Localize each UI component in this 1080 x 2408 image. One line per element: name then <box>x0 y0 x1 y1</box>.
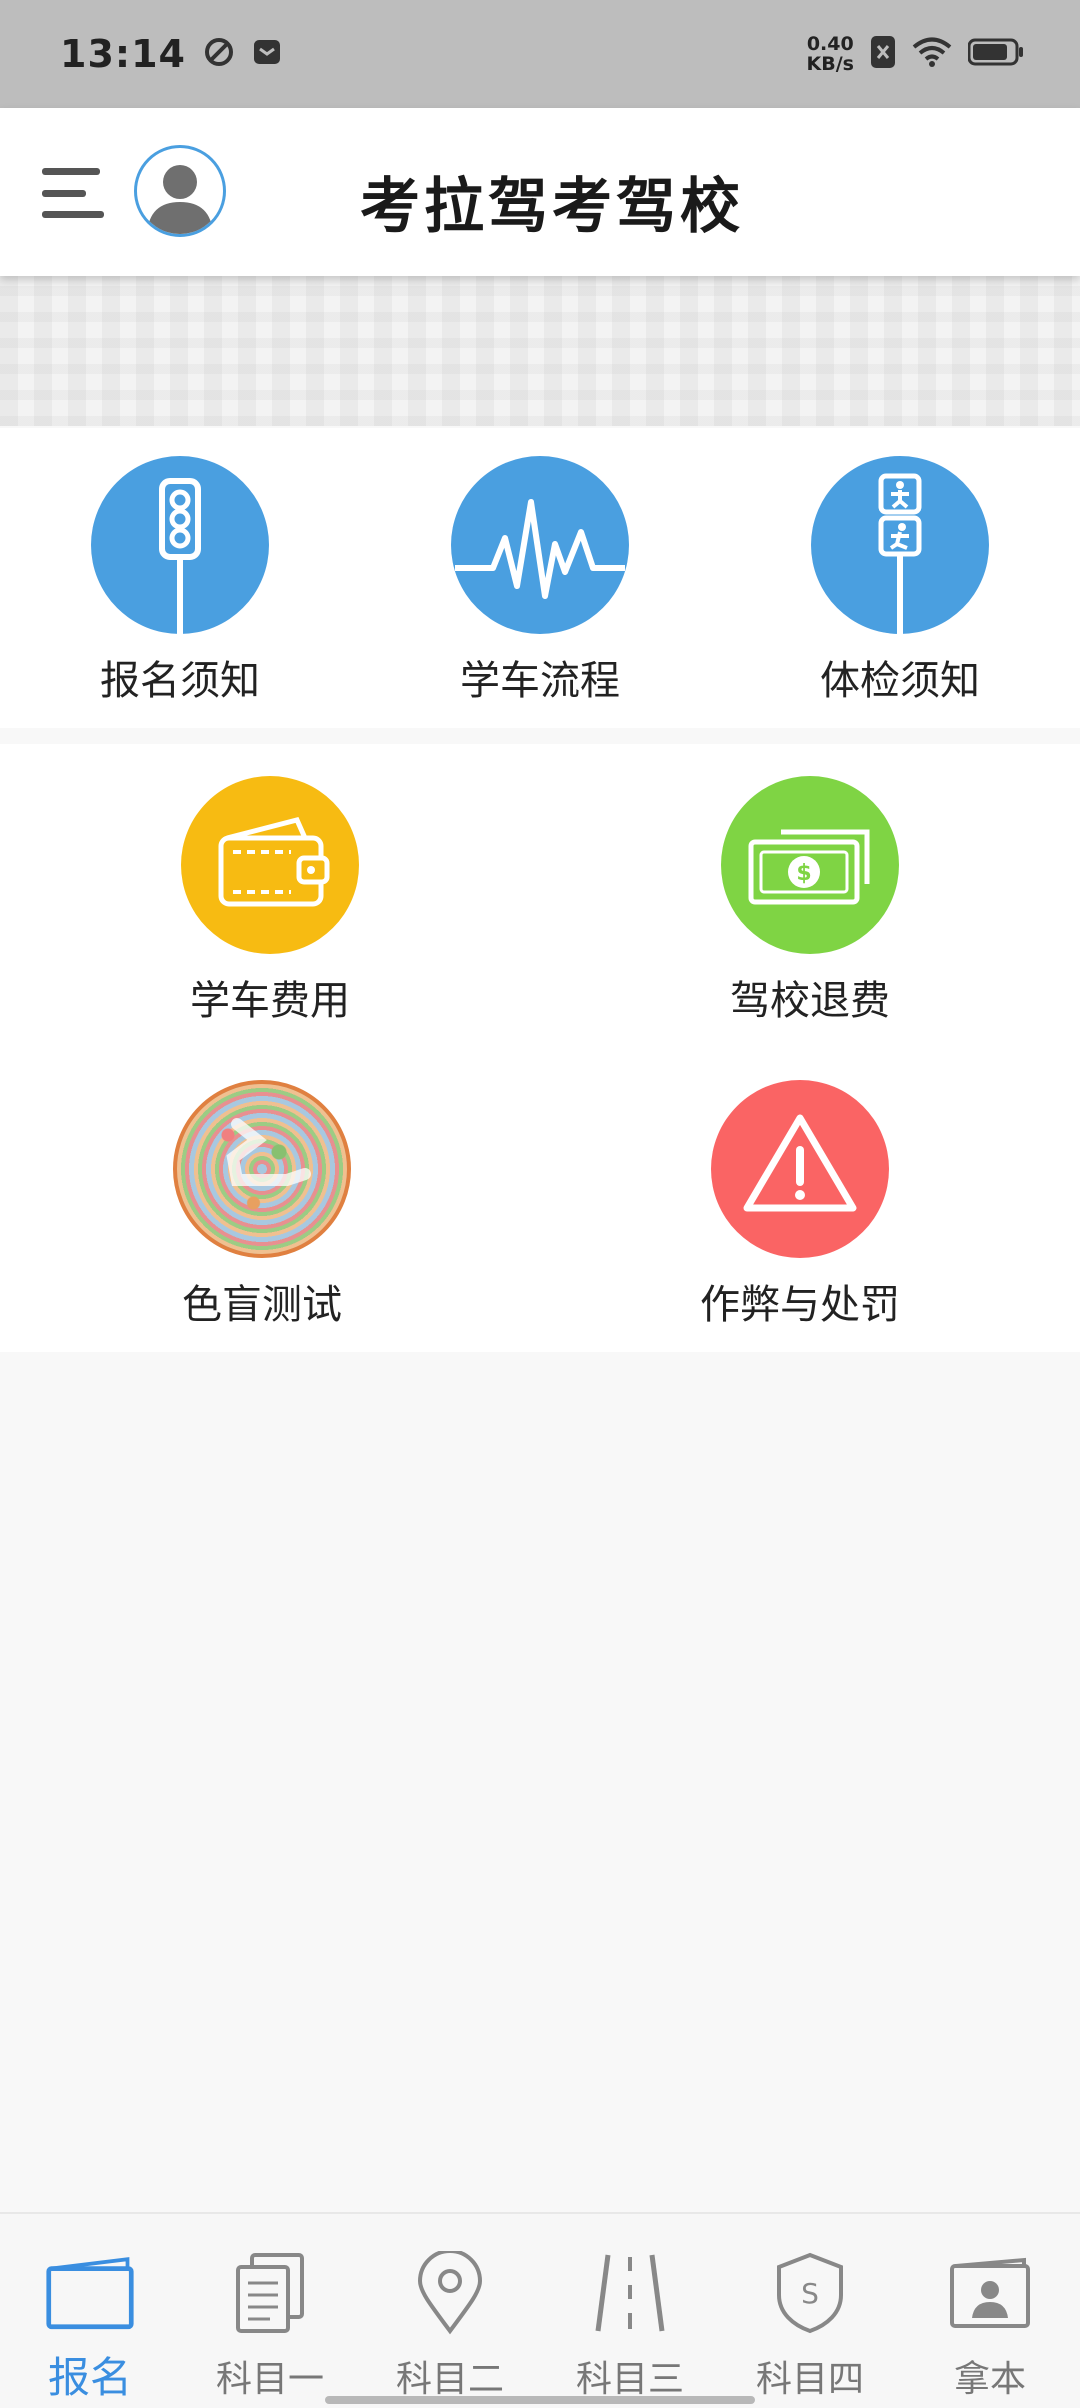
road-icon <box>585 2248 675 2338</box>
leaf-icon <box>204 37 234 71</box>
battery-icon <box>967 38 1024 70</box>
wifi-icon <box>912 37 952 71</box>
grid-item-signup-notice[interactable]: 报名须知 <box>60 456 300 706</box>
status-time: 13:14 <box>60 32 186 76</box>
svg-text:S: S <box>801 2277 819 2310</box>
signup-card-icon <box>45 2248 135 2338</box>
color-blind-plate-icon <box>173 1080 351 1258</box>
money-bill-icon: $ <box>721 776 899 954</box>
grid-item-color-blind-test[interactable]: 色盲测试 <box>142 1080 382 1330</box>
status-bar: 13:14 0.40 KB/s <box>0 0 1080 108</box>
pulse-line-icon <box>451 456 629 634</box>
app-header: 考拉驾考驾校 <box>0 108 1080 276</box>
home-indicator[interactable] <box>325 2396 755 2404</box>
documents-icon <box>225 2248 315 2338</box>
wallet-icon <box>181 776 359 954</box>
shield-s-icon: S <box>765 2248 855 2338</box>
grid-label: 报名须知 <box>100 658 260 704</box>
grid-item-learning-process[interactable]: 学车流程 <box>420 456 660 706</box>
grid-label: 驾校退费 <box>730 978 890 1024</box>
nav-tab-subject-1[interactable]: 科目一 <box>180 2214 360 2408</box>
grid-label: 作弊与处罚 <box>700 1282 900 1328</box>
license-card-icon <box>945 2248 1035 2338</box>
grid-label: 色盲测试 <box>182 1282 342 1328</box>
nav-label: 科目三 <box>575 2359 684 2400</box>
grid-item-tuition-fee[interactable]: 学车费用 <box>150 776 390 1026</box>
grid-item-cheating-penalty[interactable]: 作弊与处罚 <box>680 1080 920 1330</box>
nav-label: 科目四 <box>755 2359 864 2400</box>
nav-label: 科目一 <box>215 2359 324 2400</box>
traffic-light-icon <box>91 456 269 634</box>
nav-tab-license[interactable]: 拿本 <box>900 2214 1080 2408</box>
message-icon <box>252 37 282 71</box>
grid-item-refund[interactable]: $ 驾校退费 <box>690 776 930 1026</box>
svg-text:$: $ <box>796 861 811 886</box>
nav-label: 科目二 <box>395 2359 504 2400</box>
net-speed-value: 0.40 <box>806 33 854 55</box>
nav-label: 报名 <box>47 2353 132 2402</box>
grid-label: 学车流程 <box>460 658 620 704</box>
nav-label: 拿本 <box>953 2359 1026 2400</box>
nav-tab-subject-4[interactable]: S 科目四 <box>720 2214 900 2408</box>
nav-tab-subject-3[interactable]: 科目三 <box>540 2214 720 2408</box>
grid-label: 体检须知 <box>820 658 980 704</box>
info-panel: 报名须知 学车流程 体检须知 <box>0 428 1080 728</box>
net-speed: 0.40 KB/s <box>807 34 854 74</box>
banner-pattern <box>0 276 1080 426</box>
no-sim-icon <box>870 35 896 73</box>
nav-tab-signup[interactable]: 报名 <box>0 2214 180 2408</box>
avatar[interactable] <box>134 145 226 237</box>
grid-label: 学车费用 <box>190 978 350 1024</box>
location-pin-icon <box>405 2248 495 2338</box>
menu-icon[interactable] <box>42 168 108 218</box>
grid-item-medical-notice[interactable]: 体检须知 <box>780 456 1020 706</box>
app-screen: 13:14 0.40 KB/s 考拉驾考驾校 报名须知 学车流程 体检须知 学车… <box>0 0 1080 2408</box>
net-speed-unit: KB/s <box>806 53 854 75</box>
page-title: 考拉驾考驾校 <box>360 172 744 242</box>
warning-triangle-icon <box>711 1080 889 1258</box>
services-panel: 学车费用 $ 驾校退费 色盲测试 作弊与处罚 <box>0 744 1080 1352</box>
bottom-nav: 报名 科目一 科目二 科目三 S 科目四 拿本 <box>0 2212 1080 2408</box>
pedestrian-signal-icon <box>811 456 989 634</box>
nav-tab-subject-2[interactable]: 科目二 <box>360 2214 540 2408</box>
